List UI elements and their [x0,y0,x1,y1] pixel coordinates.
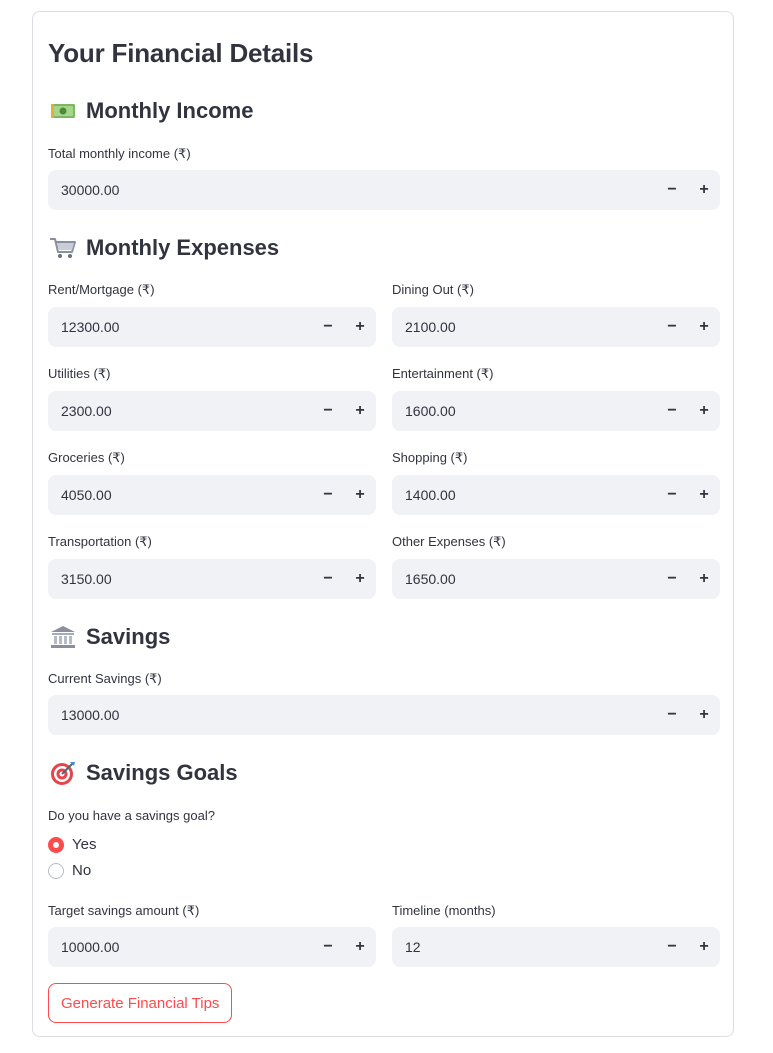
input-value[interactable]: 1600.00 [392,403,656,419]
radio-option-no[interactable]: No [48,862,91,879]
savings-goal-question: Do you have a savings goal? [48,808,215,823]
input-value[interactable]: 10000.00 [48,939,312,955]
decrement-button[interactable]: − [656,475,688,515]
dining-out-label: Dining Out (₹) [392,282,474,297]
timeline-input[interactable]: 12 − + [392,927,720,967]
transportation-label: Transportation (₹) [48,534,152,549]
dining-out-input[interactable]: 2100.00 − + [392,307,720,347]
section-monthly-expenses: Monthly Expenses [48,233,279,263]
generate-financial-tips-button[interactable]: Generate Financial Tips [48,983,233,1023]
target-savings-input[interactable]: 10000.00 − + [48,927,376,967]
decrement-button[interactable]: − [656,391,688,431]
shopping-cart-icon [50,238,76,258]
shopping-label: Shopping (₹) [392,450,468,465]
increment-button[interactable]: + [688,391,720,431]
target-savings-label: Target savings amount (₹) [48,903,200,918]
decrement-button[interactable]: − [312,475,344,515]
section-savings-goals: Savings Goals [48,758,238,788]
increment-button[interactable]: + [344,559,376,599]
increment-button[interactable]: + [688,170,720,210]
increment-button[interactable]: + [344,391,376,431]
groceries-label: Groceries (₹) [48,450,125,465]
decrement-button[interactable]: − [656,695,688,735]
input-value[interactable]: 2100.00 [392,319,656,335]
input-value[interactable]: 2300.00 [48,403,312,419]
current-savings-label: Current Savings (₹) [48,671,162,686]
increment-button[interactable]: + [344,475,376,515]
decrement-button[interactable]: − [312,927,344,967]
utilities-label: Utilities (₹) [48,366,111,381]
input-value[interactable]: 3150.00 [48,571,312,587]
section-heading: Savings Goals [86,760,238,785]
decrement-button[interactable]: − [312,559,344,599]
radio-option-yes[interactable]: Yes [48,836,96,853]
decrement-button[interactable]: − [656,170,688,210]
increment-button[interactable]: + [688,559,720,599]
increment-button[interactable]: + [344,927,376,967]
bank-icon [51,626,75,648]
rent-input[interactable]: 12300.00 − + [48,307,376,347]
page-title: Your Financial Details [48,38,314,68]
rent-label: Rent/Mortgage (₹) [48,282,155,297]
section-monthly-income: Monthly Income [48,96,253,126]
other-expenses-label: Other Expenses (₹) [392,534,506,549]
radio-selected-indicator[interactable] [48,836,64,853]
shopping-input[interactable]: 1400.00 − + [392,475,720,515]
target-icon [51,762,75,785]
input-value[interactable]: 13000.00 [48,707,656,723]
decrement-button[interactable]: − [656,927,688,967]
increment-button[interactable]: + [688,307,720,347]
increment-button[interactable]: + [688,927,720,967]
other-expenses-input[interactable]: 1650.00 − + [392,559,720,599]
current-savings-input[interactable]: 13000.00 − + [48,695,720,735]
input-value[interactable]: 12300.00 [48,319,312,335]
section-heading: Monthly Income [86,98,254,123]
decrement-button[interactable]: − [656,307,688,347]
section-heading: Savings [86,624,171,649]
entertainment-label: Entertainment (₹) [392,366,494,381]
radio-label: Yes [72,836,97,853]
section-heading: Monthly Expenses [86,235,280,260]
timeline-label: Timeline (months) [392,903,496,918]
decrement-button[interactable]: − [656,559,688,599]
increment-button[interactable]: + [688,695,720,735]
transportation-input[interactable]: 3150.00 − + [48,559,376,599]
entertainment-input[interactable]: 1600.00 − + [392,391,720,431]
utilities-input[interactable]: 2300.00 − + [48,391,376,431]
financial-details-card [32,11,734,1037]
radio-label: No [72,862,92,879]
increment-button[interactable]: + [688,475,720,515]
money-icon [51,104,75,118]
total-income-input[interactable]: 30000.00 − + [48,170,720,210]
input-value[interactable]: 4050.00 [48,487,312,503]
decrement-button[interactable]: − [312,307,344,347]
input-value[interactable]: 30000.00 [48,182,656,198]
input-value[interactable]: 1650.00 [392,571,656,587]
total-income-label: Total monthly income (₹) [48,146,191,161]
decrement-button[interactable]: − [312,391,344,431]
input-value[interactable]: 12 [392,939,656,955]
groceries-input[interactable]: 4050.00 − + [48,475,376,515]
radio-unselected-indicator[interactable] [48,862,64,879]
input-value[interactable]: 1400.00 [392,487,656,503]
increment-button[interactable]: + [344,307,376,347]
section-savings: Savings [48,622,170,652]
